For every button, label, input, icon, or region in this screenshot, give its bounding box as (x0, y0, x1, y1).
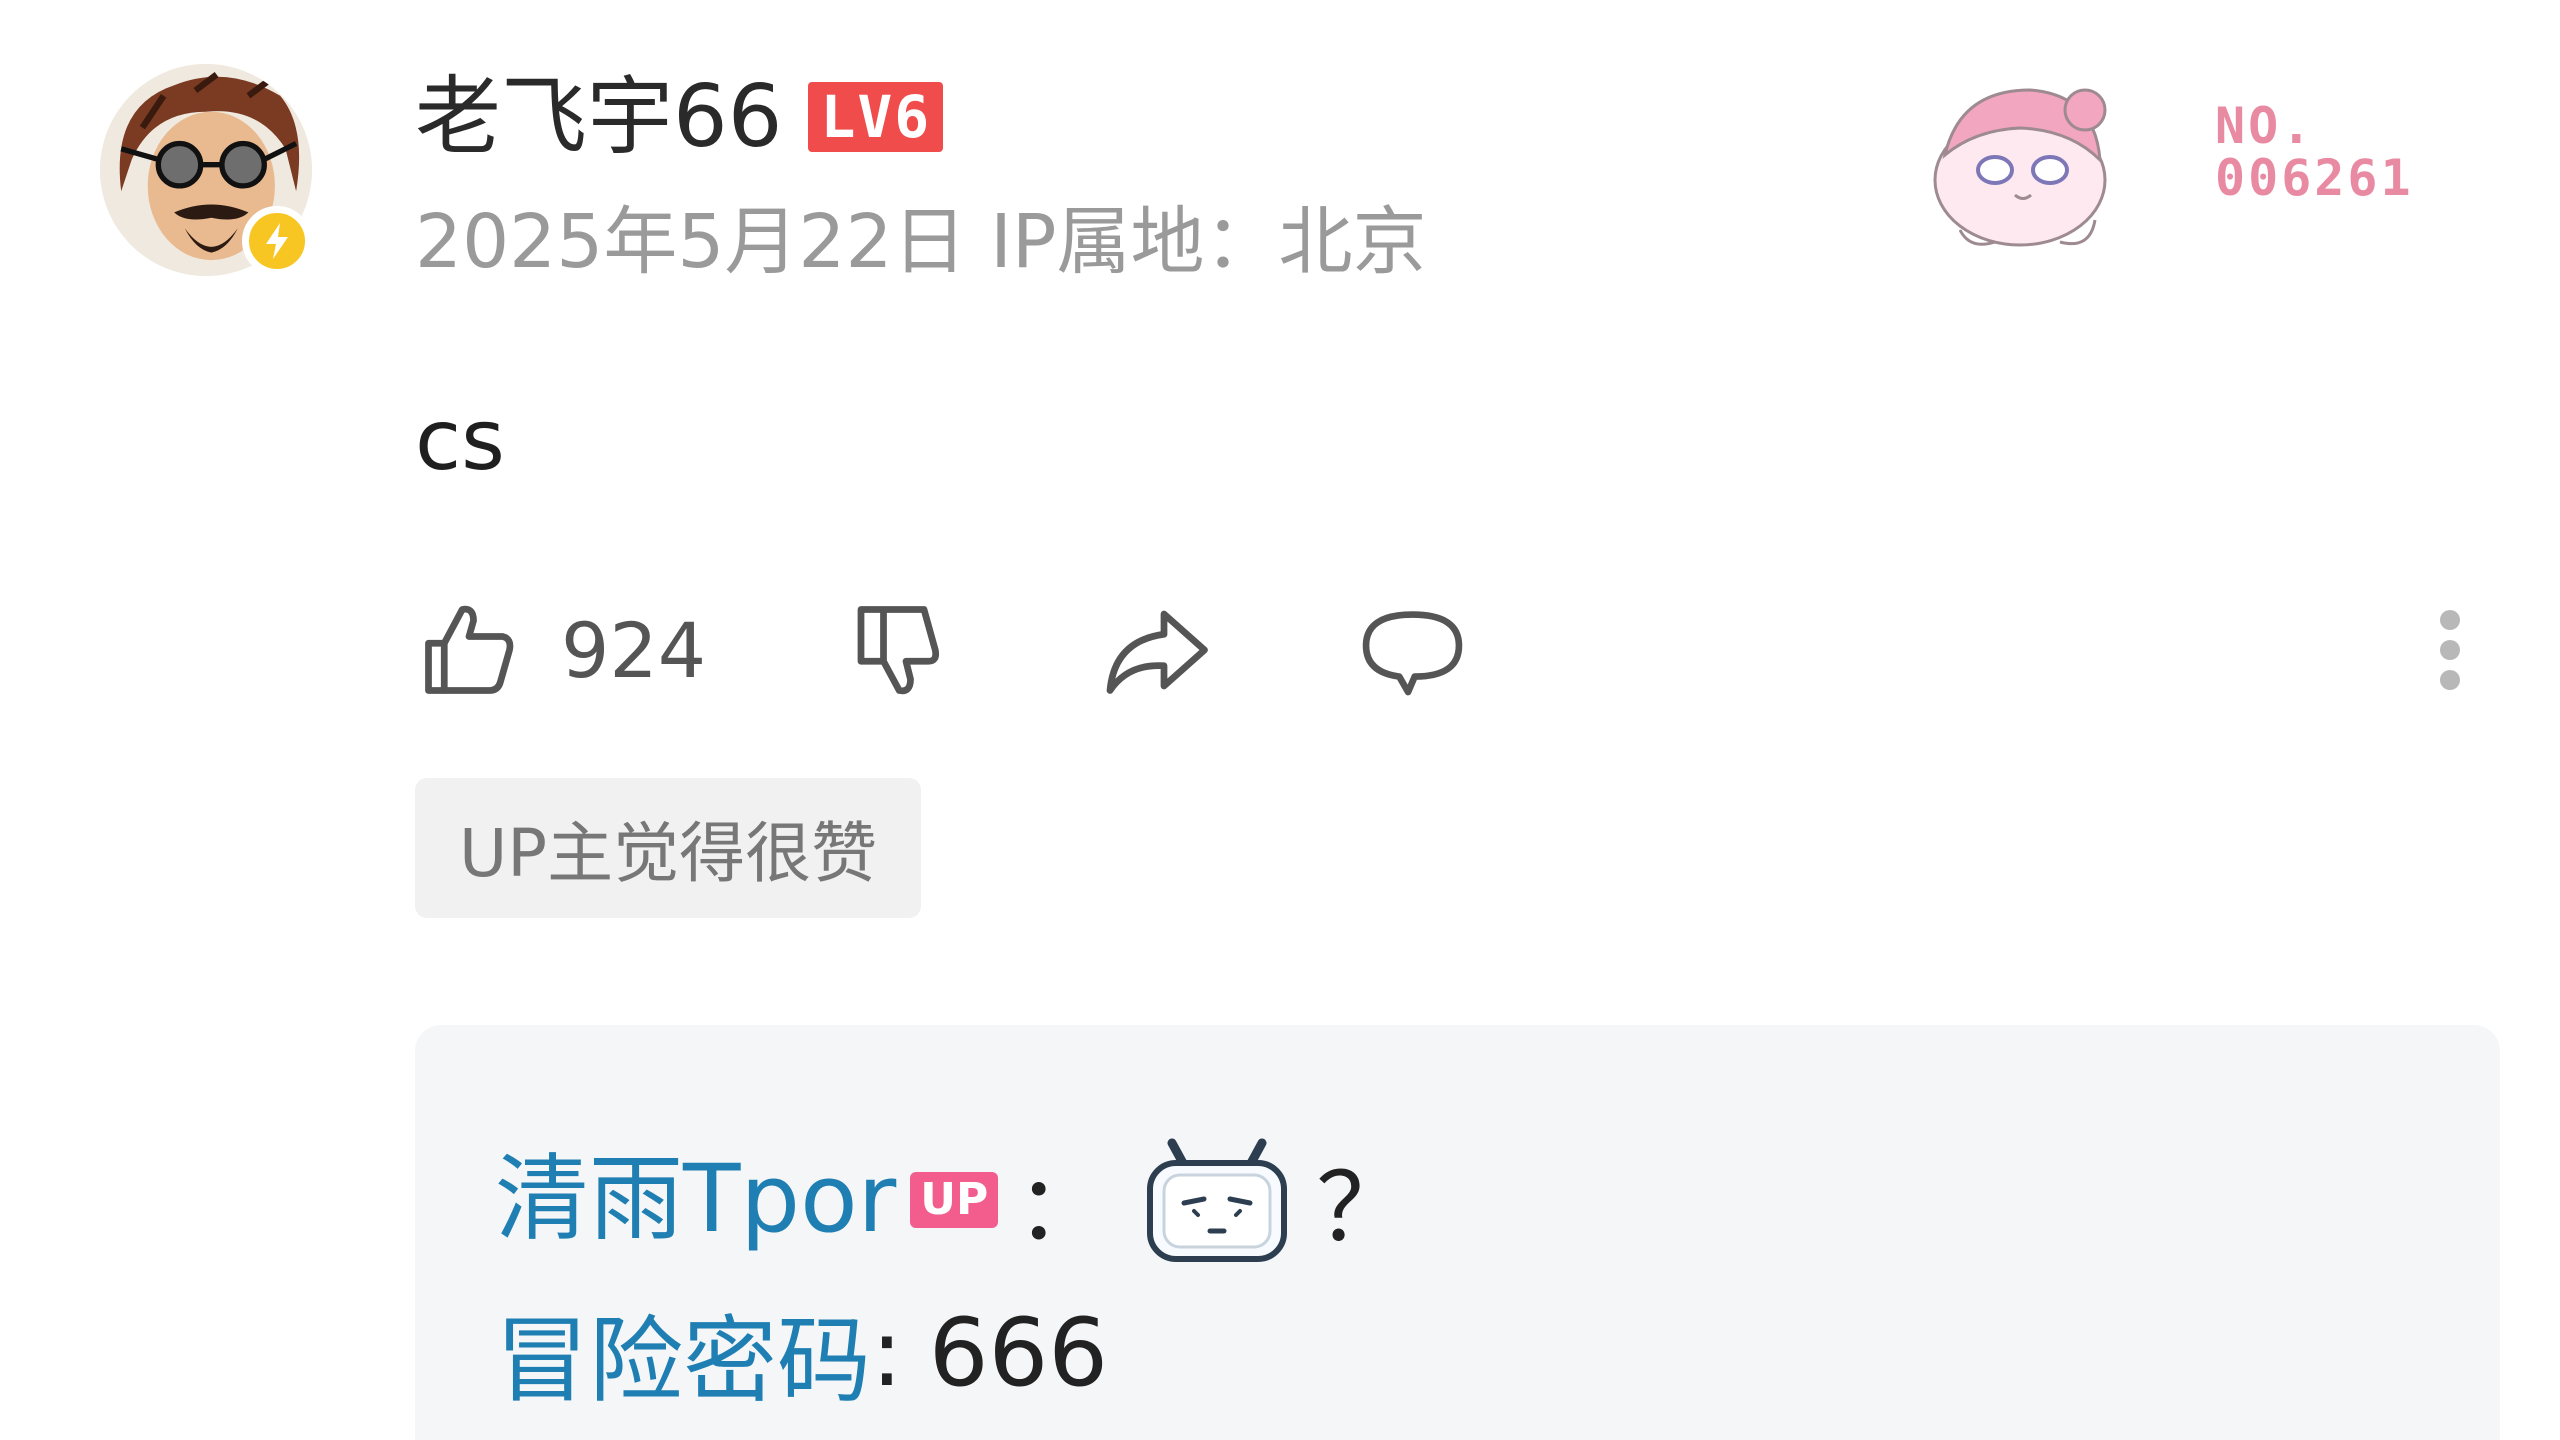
reply-button[interactable] (1355, 590, 1470, 710)
up-badge: UP (910, 1172, 999, 1228)
user-avatar-container[interactable] (100, 64, 320, 284)
reply-line: 清雨Tpor UP ： ？ (495, 1125, 1410, 1275)
bilibili-tv-emote-icon (1142, 1135, 1292, 1265)
share-icon (1106, 610, 1208, 694)
fan-card-number: NO. 006261 (2215, 100, 2414, 204)
more-dot (2440, 670, 2460, 690)
verified-badge (242, 206, 312, 276)
reply-text: ？ (1316, 1154, 1411, 1263)
thumbs-down-icon (857, 606, 940, 695)
comment-text: cs (415, 391, 505, 489)
thumbs-up-icon (425, 605, 514, 694)
anime-girl-fan-card-icon (1900, 60, 2140, 260)
more-vertical-icon[interactable] (2415, 590, 2485, 710)
share-button[interactable] (1095, 590, 1215, 710)
dislike-button[interactable] (843, 590, 951, 710)
up-liked-tag: UP主觉得很赞 (415, 778, 922, 918)
fan-card[interactable]: NO. 006261 (1900, 60, 2500, 260)
ip-location: IP属地：北京 (990, 199, 1427, 285)
adventure-code-separator: : (871, 1298, 903, 1408)
reply-line: 冒险密码 : 666 (495, 1293, 1109, 1417)
lightning-icon (266, 223, 288, 259)
comment-date: 2025年5月22日 (415, 199, 967, 285)
comment-bubble-icon (1362, 611, 1463, 696)
like-button[interactable]: 924 (415, 590, 706, 710)
adventure-code-label: 冒险密码 (495, 1307, 872, 1416)
reply-colon: ： (1016, 1156, 1107, 1261)
username-row: 老飞宇66 LV6 (415, 62, 944, 172)
more-dot (2440, 640, 2460, 660)
comment-meta: 2025年5月22日 IP属地：北京 (415, 198, 1427, 287)
adventure-code-value: 666 (928, 1298, 1109, 1408)
fan-card-label: NO. (2215, 97, 2315, 155)
reply-preview[interactable]: 清雨Tpor UP ： ？ 冒险密码 : 666 (415, 1025, 2500, 1440)
username[interactable]: 老飞宇66 (415, 74, 782, 160)
level-badge: LV6 (808, 82, 944, 152)
like-count: 924 (561, 605, 707, 695)
more-dot (2440, 610, 2460, 630)
comment-page: 老飞宇66 LV6 2025年5月22日 IP属地：北京 NO. 006261 … (0, 0, 2560, 1440)
reply-author[interactable]: 清雨Tpor (495, 1153, 896, 1247)
action-bar: 924 (415, 590, 2495, 710)
fan-card-id: 006261 (2215, 149, 2414, 207)
